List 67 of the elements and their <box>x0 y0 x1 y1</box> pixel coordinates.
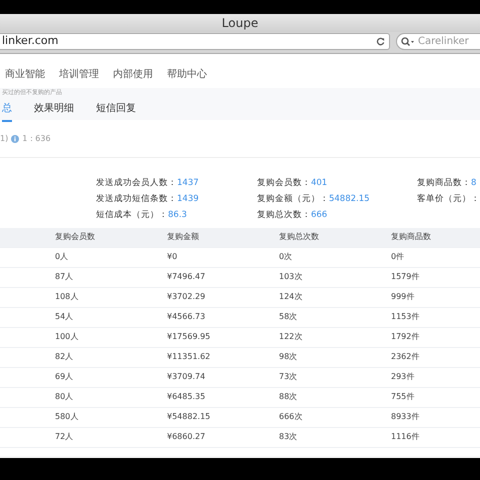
stat-text: 发送成功会员人数：1437 <box>96 177 200 190</box>
reload-icon[interactable] <box>376 37 385 46</box>
table-cell: 73次 <box>278 367 390 387</box>
nav-link[interactable]: 培训管理 <box>59 66 99 82</box>
table-cell: 1579件 <box>390 267 480 287</box>
table-cell: 54人 <box>0 307 166 327</box>
filter-text: 1) <box>0 132 8 144</box>
nav-link[interactable]: 内部使用 <box>113 66 153 82</box>
stat-text: 复购会员数：401 <box>256 177 328 190</box>
table-cell: ¥17569.95 <box>166 327 278 347</box>
table-cell: 666次 <box>278 407 390 427</box>
table-cell: 83次 <box>278 427 390 447</box>
table-cell: 580人 <box>0 407 166 427</box>
column-header: 复购金额 <box>166 228 278 247</box>
table-cell: 8933件 <box>390 407 480 427</box>
column-header: 复购会员数 <box>0 228 166 247</box>
stat-text: 复购金额（元）：54882.15 <box>256 192 371 206</box>
filter-count: 1：636 <box>22 132 51 144</box>
table-cell: ¥3702.29 <box>166 287 278 307</box>
table-cell: 999件 <box>390 287 480 307</box>
table-cell: 2362件 <box>390 347 480 367</box>
table-cell: ¥6860.27 <box>166 427 278 447</box>
tab[interactable]: 短信回复 <box>96 101 136 120</box>
table-cell: 58次 <box>278 307 390 327</box>
table-cell: 1116件 <box>390 427 480 447</box>
table-cell: 88次 <box>278 387 390 407</box>
table-cell: ¥0 <box>166 247 278 267</box>
table-cell: 98次 <box>278 347 390 367</box>
stat-text: 短信成本（元）：86.3 <box>96 208 188 222</box>
window-title: Loupe <box>0 14 480 32</box>
table-cell: ¥7496.47 <box>166 267 278 287</box>
nav-link[interactable]: 帮助中心 <box>167 66 207 82</box>
table-cell: 0人 <box>0 247 166 267</box>
table-cell: 87人 <box>0 267 166 287</box>
table-cell: 0次 <box>278 247 390 267</box>
table-cell: ¥54882.15 <box>166 407 278 427</box>
table-cell: ¥11351.62 <box>166 347 278 367</box>
stat-text: 复购商品数：8 <box>417 177 478 190</box>
address-field[interactable]: linker.com <box>0 33 390 50</box>
stat-text: 客单价（元）： <box>417 192 480 206</box>
column-header: 复购总次数 <box>278 228 390 247</box>
table-cell: 100人 <box>0 327 166 347</box>
table-cell: 755件 <box>390 387 480 407</box>
info-icon <box>11 134 20 142</box>
table-cell: ¥3709.74 <box>166 367 278 387</box>
tab[interactable]: 效果明细 <box>34 101 74 120</box>
stat-text: 复购总次数：666 <box>256 208 328 222</box>
table-cell: 80人 <box>0 387 166 407</box>
table-cell: 293件 <box>390 367 480 387</box>
search-icon <box>401 36 415 46</box>
table-cell: 69人 <box>0 367 166 387</box>
table-cell: 124次 <box>278 287 390 307</box>
search-placeholder: Carelinker <box>418 35 469 49</box>
table-cell: 1792件 <box>390 327 480 347</box>
table-cell: 82人 <box>0 347 166 367</box>
table-cell: 0件 <box>390 247 480 267</box>
column-header: 复购商品数 <box>390 228 480 247</box>
table-cell: 72人 <box>0 427 166 447</box>
table-cell: ¥4566.73 <box>166 307 278 327</box>
nav-link[interactable]: 商业智能 <box>5 66 45 82</box>
table-cell: ¥6485.35 <box>166 387 278 407</box>
table-cell: 108人 <box>0 287 166 307</box>
stat-text: 发送成功短信条数：1439 <box>96 192 200 206</box>
table-cell: 103次 <box>278 267 390 287</box>
table-cell: 1153件 <box>390 307 480 327</box>
url-text: linker.com <box>2 33 58 50</box>
table-cell: 122次 <box>278 327 390 347</box>
